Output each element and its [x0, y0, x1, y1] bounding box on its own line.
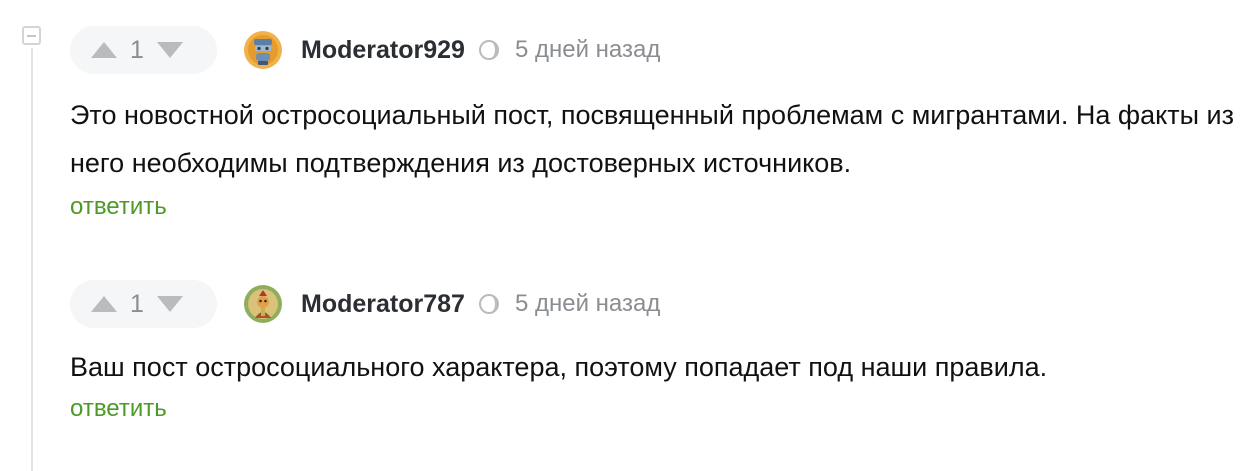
- downvote-arrow-icon[interactable]: [156, 294, 184, 314]
- username-link[interactable]: Moderator787: [301, 290, 465, 319]
- vote-widget: 1: [70, 280, 217, 328]
- upvote-arrow-icon[interactable]: [90, 294, 118, 314]
- comment-text: Это новостной остросоциальный пост, посв…: [70, 100, 1234, 178]
- vote-count: 1: [130, 289, 144, 318]
- downvote-arrow-icon[interactable]: [156, 40, 184, 60]
- comment-timestamp[interactable]: 5 дней назад: [515, 290, 660, 318]
- reply-link[interactable]: ответить: [70, 395, 167, 423]
- moon-icon: [478, 40, 499, 60]
- comment: 1 Moderator787 5 дней назад Ваш пост ост…: [70, 280, 1250, 423]
- collapse-thread-button[interactable]: [22, 26, 41, 45]
- comment: 1 Moderator929 5 дней назад Это новостно…: [70, 26, 1250, 221]
- minus-icon: [27, 34, 36, 37]
- comment-timestamp[interactable]: 5 дней назад: [515, 36, 660, 64]
- user-avatar[interactable]: [243, 30, 283, 70]
- thread-line: [31, 48, 33, 471]
- vote-widget: 1: [70, 26, 217, 74]
- vote-count: 1: [130, 35, 144, 64]
- comment-header: 1 Moderator929 5 дней назад: [70, 26, 1250, 74]
- comment-text: Ваш пост остросоциального характера, поэ…: [70, 352, 1048, 382]
- user-avatar[interactable]: [243, 284, 283, 324]
- reply-link[interactable]: ответить: [70, 193, 167, 221]
- username-link[interactable]: Moderator929: [301, 36, 465, 65]
- upvote-arrow-icon[interactable]: [90, 40, 118, 60]
- moon-icon: [478, 294, 499, 314]
- comment-header: 1 Moderator787 5 дней назад: [70, 280, 1250, 328]
